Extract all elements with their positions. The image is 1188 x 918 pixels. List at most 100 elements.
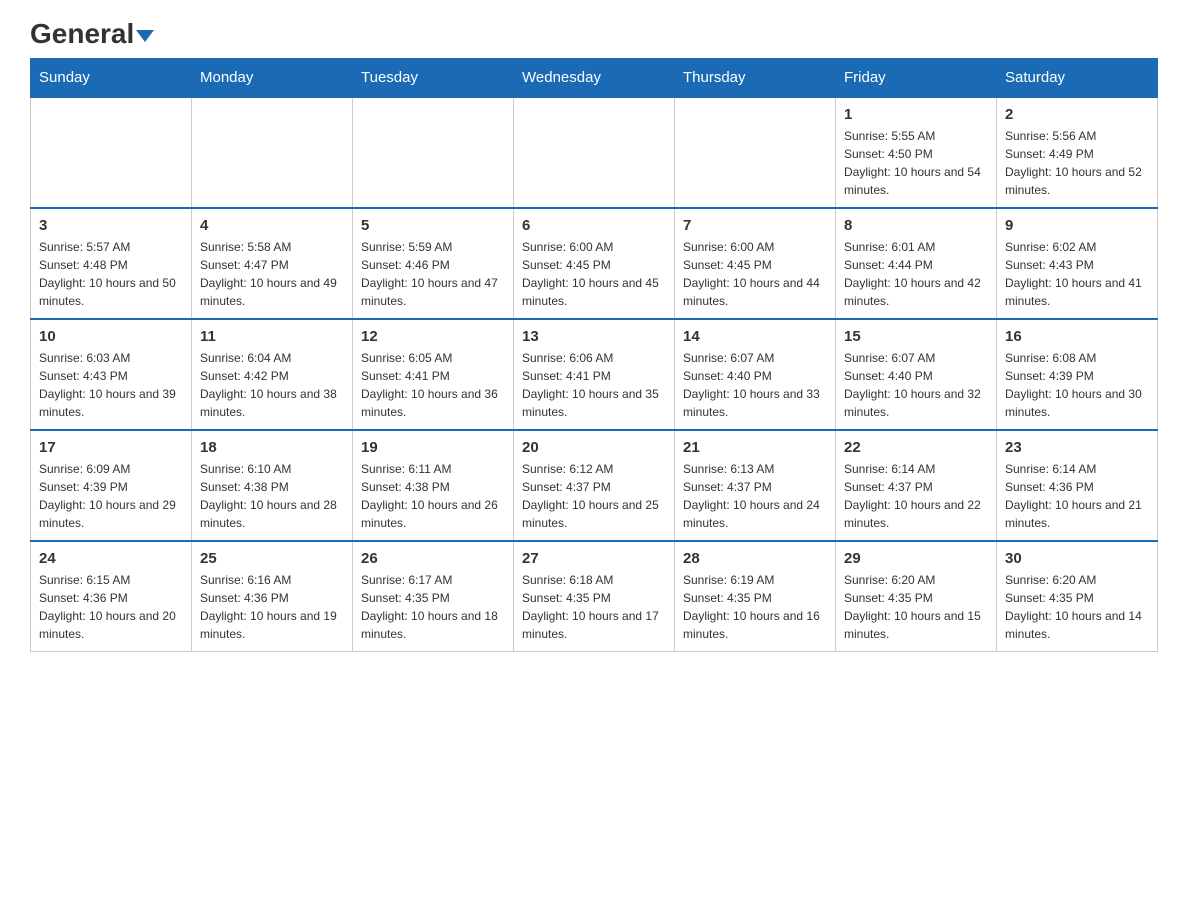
- calendar-cell-w0-d3: [514, 97, 675, 208]
- day-info-9: Sunrise: 6:02 AMSunset: 4:43 PMDaylight:…: [1005, 238, 1149, 310]
- day-info-16: Sunrise: 6:08 AMSunset: 4:39 PMDaylight:…: [1005, 349, 1149, 421]
- day-number-23: 23: [1005, 439, 1149, 456]
- day-number-7: 7: [683, 217, 827, 234]
- day-number-5: 5: [361, 217, 505, 234]
- day-info-2: Sunrise: 5:56 AMSunset: 4:49 PMDaylight:…: [1005, 127, 1149, 199]
- day-number-12: 12: [361, 328, 505, 345]
- calendar-cell-w3-d4: 21 Sunrise: 6:13 AMSunset: 4:37 PMDayligh…: [675, 430, 836, 541]
- calendar-cell-w4-d3: 27 Sunrise: 6:18 AMSunset: 4:35 PMDayligh…: [514, 541, 675, 652]
- day-number-1: 1: [844, 106, 988, 123]
- calendar-cell-w3-d3: 20 Sunrise: 6:12 AMSunset: 4:37 PMDayligh…: [514, 430, 675, 541]
- calendar-cell-w1-d6: 9 Sunrise: 6:02 AMSunset: 4:43 PMDaylight…: [997, 208, 1158, 319]
- calendar-cell-w0-d4: [675, 97, 836, 208]
- day-number-21: 21: [683, 439, 827, 456]
- day-info-30: Sunrise: 6:20 AMSunset: 4:35 PMDaylight:…: [1005, 571, 1149, 643]
- calendar-cell-w4-d2: 26 Sunrise: 6:17 AMSunset: 4:35 PMDayligh…: [353, 541, 514, 652]
- day-number-20: 20: [522, 439, 666, 456]
- day-info-7: Sunrise: 6:00 AMSunset: 4:45 PMDaylight:…: [683, 238, 827, 310]
- day-info-10: Sunrise: 6:03 AMSunset: 4:43 PMDaylight:…: [39, 349, 183, 421]
- day-info-6: Sunrise: 6:00 AMSunset: 4:45 PMDaylight:…: [522, 238, 666, 310]
- calendar-cell-w2-d5: 15 Sunrise: 6:07 AMSunset: 4:40 PMDayligh…: [836, 319, 997, 430]
- day-info-8: Sunrise: 6:01 AMSunset: 4:44 PMDaylight:…: [844, 238, 988, 310]
- calendar-cell-w4-d4: 28 Sunrise: 6:19 AMSunset: 4:35 PMDayligh…: [675, 541, 836, 652]
- day-info-3: Sunrise: 5:57 AMSunset: 4:48 PMDaylight:…: [39, 238, 183, 310]
- day-info-17: Sunrise: 6:09 AMSunset: 4:39 PMDaylight:…: [39, 460, 183, 532]
- calendar-cell-w0-d5: 1 Sunrise: 5:55 AMSunset: 4:50 PMDaylight…: [836, 97, 997, 208]
- day-number-2: 2: [1005, 106, 1149, 123]
- calendar-cell-w0-d6: 2 Sunrise: 5:56 AMSunset: 4:49 PMDaylight…: [997, 97, 1158, 208]
- day-number-9: 9: [1005, 217, 1149, 234]
- logo-line1: General: [30, 20, 154, 48]
- calendar-cell-w3-d6: 23 Sunrise: 6:14 AMSunset: 4:36 PMDayligh…: [997, 430, 1158, 541]
- day-number-15: 15: [844, 328, 988, 345]
- day-info-5: Sunrise: 5:59 AMSunset: 4:46 PMDaylight:…: [361, 238, 505, 310]
- day-info-25: Sunrise: 6:16 AMSunset: 4:36 PMDaylight:…: [200, 571, 344, 643]
- day-info-28: Sunrise: 6:19 AMSunset: 4:35 PMDaylight:…: [683, 571, 827, 643]
- calendar-cell-w2-d0: 10 Sunrise: 6:03 AMSunset: 4:43 PMDayligh…: [31, 319, 192, 430]
- day-info-11: Sunrise: 6:04 AMSunset: 4:42 PMDaylight:…: [200, 349, 344, 421]
- day-info-1: Sunrise: 5:55 AMSunset: 4:50 PMDaylight:…: [844, 127, 988, 199]
- calendar-cell-w4-d5: 29Sunrise: 6:20 AMSunset: 4:35 PMDayligh…: [836, 541, 997, 652]
- calendar-cell-w4-d0: 24 Sunrise: 6:15 AMSunset: 4:36 PMDayligh…: [31, 541, 192, 652]
- day-number-8: 8: [844, 217, 988, 234]
- day-info-26: Sunrise: 6:17 AMSunset: 4:35 PMDaylight:…: [361, 571, 505, 643]
- week-row-2: 10 Sunrise: 6:03 AMSunset: 4:43 PMDayligh…: [31, 319, 1158, 430]
- day-number-22: 22: [844, 439, 988, 456]
- day-number-4: 4: [200, 217, 344, 234]
- day-number-13: 13: [522, 328, 666, 345]
- calendar-cell-w2-d6: 16 Sunrise: 6:08 AMSunset: 4:39 PMDayligh…: [997, 319, 1158, 430]
- day-number-6: 6: [522, 217, 666, 234]
- day-info-18: Sunrise: 6:10 AMSunset: 4:38 PMDaylight:…: [200, 460, 344, 532]
- day-info-12: Sunrise: 6:05 AMSunset: 4:41 PMDaylight:…: [361, 349, 505, 421]
- calendar-cell-w2-d3: 13 Sunrise: 6:06 AMSunset: 4:41 PMDayligh…: [514, 319, 675, 430]
- calendar-cell-w0-d0: [31, 97, 192, 208]
- day-info-29: Sunrise: 6:20 AMSunset: 4:35 PMDaylight:…: [844, 571, 988, 643]
- day-number-26: 26: [361, 550, 505, 567]
- day-number-24: 24: [39, 550, 183, 567]
- day-info-22: Sunrise: 6:14 AMSunset: 4:37 PMDaylight:…: [844, 460, 988, 532]
- header-saturday: Saturday: [997, 59, 1158, 98]
- header-tuesday: Tuesday: [353, 59, 514, 98]
- calendar-cell-w4-d1: 25 Sunrise: 6:16 AMSunset: 4:36 PMDayligh…: [192, 541, 353, 652]
- calendar-cell-w3-d0: 17 Sunrise: 6:09 AMSunset: 4:39 PMDayligh…: [31, 430, 192, 541]
- calendar-cell-w2-d2: 12 Sunrise: 6:05 AMSunset: 4:41 PMDayligh…: [353, 319, 514, 430]
- day-number-18: 18: [200, 439, 344, 456]
- day-number-16: 16: [1005, 328, 1149, 345]
- day-number-30: 30: [1005, 550, 1149, 567]
- day-info-21: Sunrise: 6:13 AMSunset: 4:37 PMDaylight:…: [683, 460, 827, 532]
- week-row-3: 17 Sunrise: 6:09 AMSunset: 4:39 PMDayligh…: [31, 430, 1158, 541]
- calendar-cell-w2-d4: 14Sunrise: 6:07 AMSunset: 4:40 PMDayligh…: [675, 319, 836, 430]
- day-number-10: 10: [39, 328, 183, 345]
- week-row-0: 1 Sunrise: 5:55 AMSunset: 4:50 PMDaylight…: [31, 97, 1158, 208]
- day-number-17: 17: [39, 439, 183, 456]
- calendar-cell-w0-d2: [353, 97, 514, 208]
- calendar-cell-w3-d2: 19Sunrise: 6:11 AMSunset: 4:38 PMDayligh…: [353, 430, 514, 541]
- header-thursday: Thursday: [675, 59, 836, 98]
- day-number-11: 11: [200, 328, 344, 345]
- week-row-1: 3 Sunrise: 5:57 AMSunset: 4:48 PMDaylight…: [31, 208, 1158, 319]
- calendar-cell-w0-d1: [192, 97, 353, 208]
- day-info-27: Sunrise: 6:18 AMSunset: 4:35 PMDaylight:…: [522, 571, 666, 643]
- weekday-header-row: Sunday Monday Tuesday Wednesday Thursday…: [31, 59, 1158, 98]
- day-info-23: Sunrise: 6:14 AMSunset: 4:36 PMDaylight:…: [1005, 460, 1149, 532]
- day-info-20: Sunrise: 6:12 AMSunset: 4:37 PMDaylight:…: [522, 460, 666, 532]
- day-number-27: 27: [522, 550, 666, 567]
- calendar-cell-w1-d3: 6 Sunrise: 6:00 AMSunset: 4:45 PMDaylight…: [514, 208, 675, 319]
- day-number-14: 14: [683, 328, 827, 345]
- day-number-3: 3: [39, 217, 183, 234]
- day-info-15: Sunrise: 6:07 AMSunset: 4:40 PMDaylight:…: [844, 349, 988, 421]
- calendar-cell-w2-d1: 11 Sunrise: 6:04 AMSunset: 4:42 PMDayligh…: [192, 319, 353, 430]
- day-info-19: Sunrise: 6:11 AMSunset: 4:38 PMDaylight:…: [361, 460, 505, 532]
- day-info-13: Sunrise: 6:06 AMSunset: 4:41 PMDaylight:…: [522, 349, 666, 421]
- header-wednesday: Wednesday: [514, 59, 675, 98]
- day-info-24: Sunrise: 6:15 AMSunset: 4:36 PMDaylight:…: [39, 571, 183, 643]
- header-friday: Friday: [836, 59, 997, 98]
- logo: General: [30, 20, 154, 48]
- day-info-4: Sunrise: 5:58 AMSunset: 4:47 PMDaylight:…: [200, 238, 344, 310]
- day-number-25: 25: [200, 550, 344, 567]
- week-row-4: 24 Sunrise: 6:15 AMSunset: 4:36 PMDayligh…: [31, 541, 1158, 652]
- day-number-28: 28: [683, 550, 827, 567]
- calendar-cell-w3-d5: 22 Sunrise: 6:14 AMSunset: 4:37 PMDayligh…: [836, 430, 997, 541]
- calendar-table: Sunday Monday Tuesday Wednesday Thursday…: [30, 58, 1158, 652]
- page-header: General: [30, 20, 1158, 48]
